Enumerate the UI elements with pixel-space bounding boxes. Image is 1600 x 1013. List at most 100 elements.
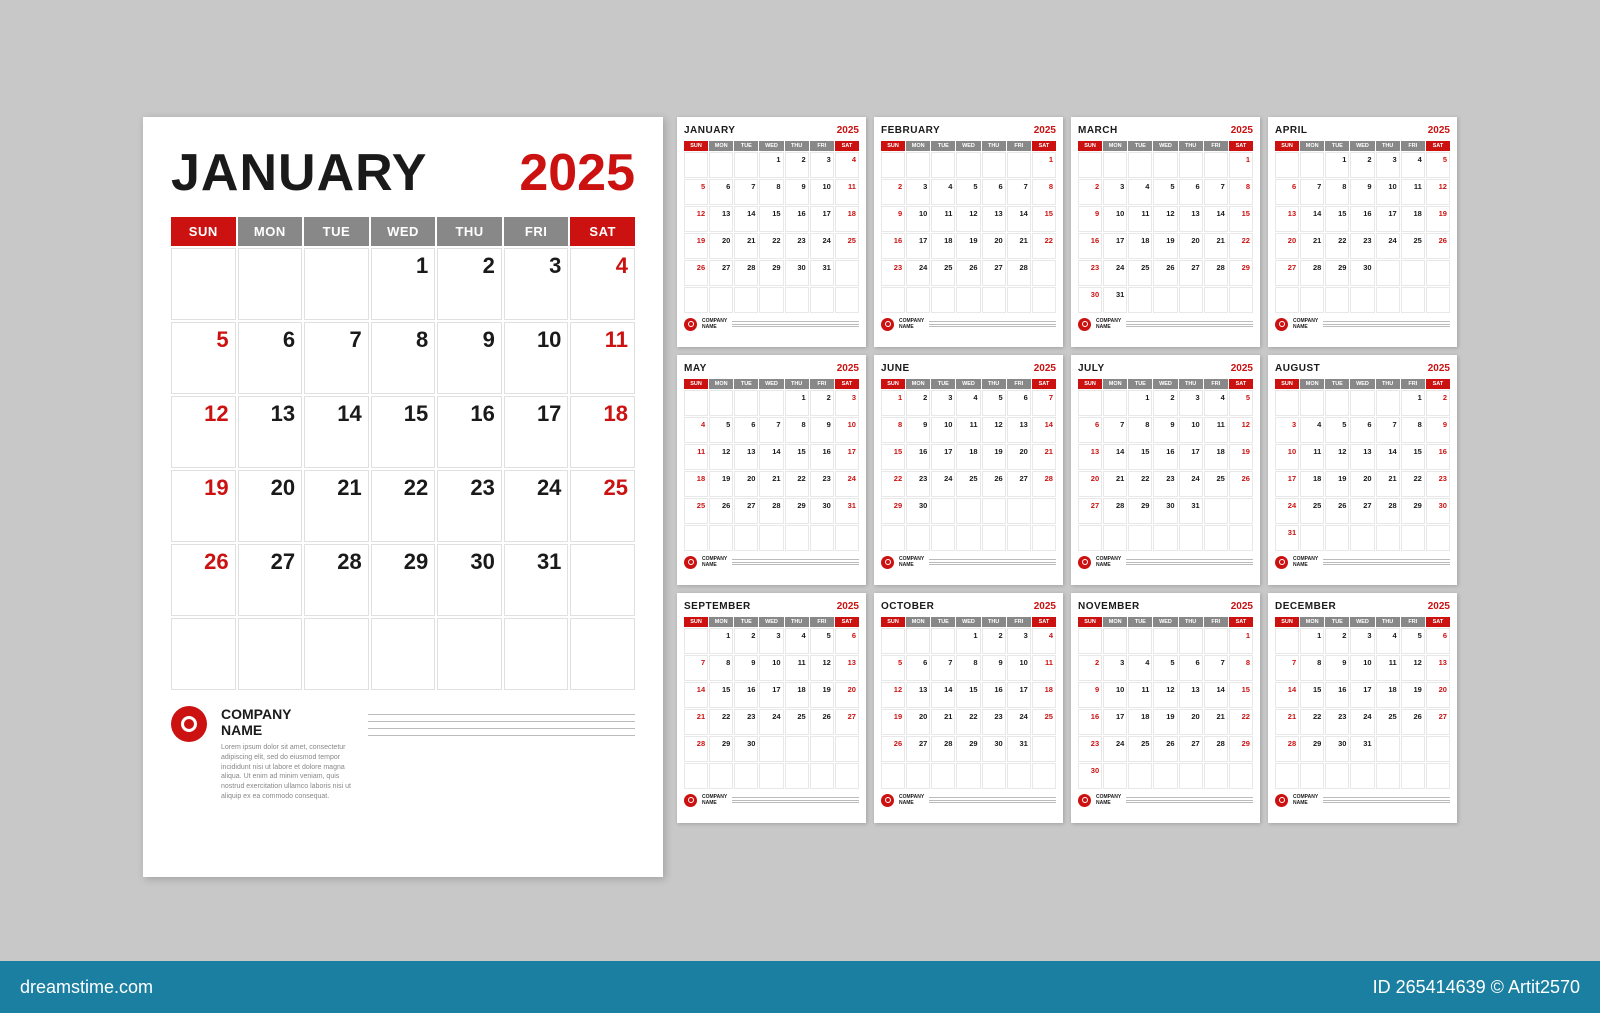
sm-cal-cell: [1204, 628, 1228, 654]
sm-cal-cell: [1128, 287, 1152, 313]
sm-cal-cell: 24: [1103, 736, 1127, 762]
sm-cal-cell: [1007, 498, 1031, 524]
sm-dh-wed: WED: [1350, 617, 1374, 627]
sm-cal-cell: [1153, 525, 1177, 551]
sm-cal-cell: 2: [1426, 390, 1450, 416]
sm-cal-cell: 28: [931, 736, 955, 762]
sm-cal-cell: 6: [835, 628, 859, 654]
sm-line: [1323, 326, 1450, 327]
sm-cal-cell: 26: [1426, 233, 1450, 259]
sm-day-headers: SUNMONTUEWEDTHUFRISAT: [684, 617, 859, 627]
sm-cal-cell: 16: [1078, 233, 1102, 259]
sm-cal-cell: 15: [956, 682, 980, 708]
sm-lines: [732, 797, 859, 803]
sm-cal-cell: 12: [1153, 206, 1177, 232]
sm-line: [929, 800, 1056, 801]
sm-dh-fri: FRI: [1401, 379, 1425, 389]
sm-cal-cell: 9: [1078, 682, 1102, 708]
sm-cal-cell: 15: [1032, 206, 1056, 232]
sm-lines: [929, 797, 1056, 803]
large-company-name: COMPANYNAME: [221, 706, 354, 740]
sm-cal-cell: 16: [1078, 709, 1102, 735]
sm-cal-cell: 29: [759, 260, 783, 286]
sm-year: 2025: [1428, 125, 1450, 136]
sm-footer: COMPANY NAME: [881, 556, 1056, 569]
sm-cal-cell: 12: [982, 417, 1006, 443]
sm-cal-cell: [881, 287, 905, 313]
sm-dh-sun: SUN: [684, 141, 708, 151]
sm-line: [732, 800, 859, 801]
sm-cal-cell: [982, 525, 1006, 551]
sm-cal-cell: 16: [881, 233, 905, 259]
sm-year: 2025: [1231, 125, 1253, 136]
sm-cal-cell: 14: [684, 682, 708, 708]
header-sat: SAT: [570, 217, 635, 246]
sm-cal-cell: 18: [1128, 709, 1152, 735]
sm-dh-sat: SAT: [1229, 141, 1253, 151]
sm-cal-cell: 11: [684, 444, 708, 470]
sm-lines: [929, 559, 1056, 565]
sm-cal-cell: 26: [1325, 498, 1349, 524]
sm-cal-cell: 26: [709, 498, 733, 524]
sm-cal-cell: 29: [1401, 498, 1425, 524]
sm-cal-cell: 9: [810, 417, 834, 443]
sm-cal-cell: 14: [1032, 417, 1056, 443]
sm-cal-cell: [785, 736, 809, 762]
sm-cal-cell: [931, 152, 955, 178]
sm-cal-cell: [1401, 763, 1425, 789]
sm-dh-mon: MON: [906, 379, 930, 389]
sm-dh-sun: SUN: [881, 617, 905, 627]
sm-cal-cell: 23: [1078, 260, 1102, 286]
sm-cal-cell: 28: [759, 498, 783, 524]
sm-cal-cell: 16: [1325, 682, 1349, 708]
sm-header: APRIL2025: [1275, 125, 1450, 136]
sm-cal-cell: 3: [1376, 152, 1400, 178]
sm-cal-cell: 12: [956, 206, 980, 232]
sm-cal-cell: [810, 736, 834, 762]
large-month-year: JANUARY 2025: [171, 147, 635, 199]
large-lines: [368, 706, 635, 736]
sm-year: 2025: [1034, 601, 1056, 612]
sm-cal-cell: [1078, 152, 1102, 178]
sm-cal-cell: 26: [810, 709, 834, 735]
sm-cal-cell: [1275, 628, 1299, 654]
sm-cal-cell: 7: [1032, 390, 1056, 416]
sm-cal-cell: 13: [1007, 417, 1031, 443]
sm-line: [1126, 326, 1253, 327]
sm-cal-cell: 24: [1179, 471, 1203, 497]
sm-cal-cell: [759, 390, 783, 416]
sm-dh-wed: WED: [956, 141, 980, 151]
large-cal-cell: 12: [171, 396, 236, 468]
sm-line: [732, 321, 859, 322]
sm-cal-cell: 31: [1275, 525, 1299, 551]
sm-cal-cell: 9: [1325, 655, 1349, 681]
sm-dh-wed: WED: [956, 617, 980, 627]
sm-cal-cell: 13: [1350, 444, 1374, 470]
header-tue: TUE: [304, 217, 369, 246]
sm-dh-sun: SUN: [1078, 617, 1102, 627]
sm-logo-inner: [885, 559, 891, 565]
sm-month-name: NOVEMBER: [1078, 601, 1140, 612]
sm-footer: COMPANY NAME: [1275, 556, 1450, 569]
sm-cal-cell: [956, 525, 980, 551]
sm-cal-cell: 25: [1376, 709, 1400, 735]
sm-cal-cell: 15: [709, 682, 733, 708]
sm-cal-cell: 2: [881, 179, 905, 205]
sm-cal-cell: 25: [835, 233, 859, 259]
large-cal-cell: [504, 618, 569, 690]
sm-cal-grid: 1234567891011121314151617181920212223242…: [881, 628, 1056, 789]
sm-cal-cell: 4: [1128, 655, 1152, 681]
sm-cal-cell: 5: [1153, 179, 1177, 205]
sm-cal-cell: 19: [1153, 233, 1177, 259]
sm-cal-cell: 30: [785, 260, 809, 286]
sm-cal-cell: 8: [785, 417, 809, 443]
sm-cal-cell: 10: [1103, 682, 1127, 708]
large-cal-cell: 21: [304, 470, 369, 542]
sm-dh-fri: FRI: [1007, 617, 1031, 627]
sm-cal-cell: 7: [759, 417, 783, 443]
sm-cal-cell: 29: [1300, 736, 1324, 762]
sm-cal-cell: 20: [906, 709, 930, 735]
sm-dh-tue: TUE: [1128, 141, 1152, 151]
sm-cal-cell: 15: [1300, 682, 1324, 708]
sm-cal-cell: 4: [1300, 417, 1324, 443]
